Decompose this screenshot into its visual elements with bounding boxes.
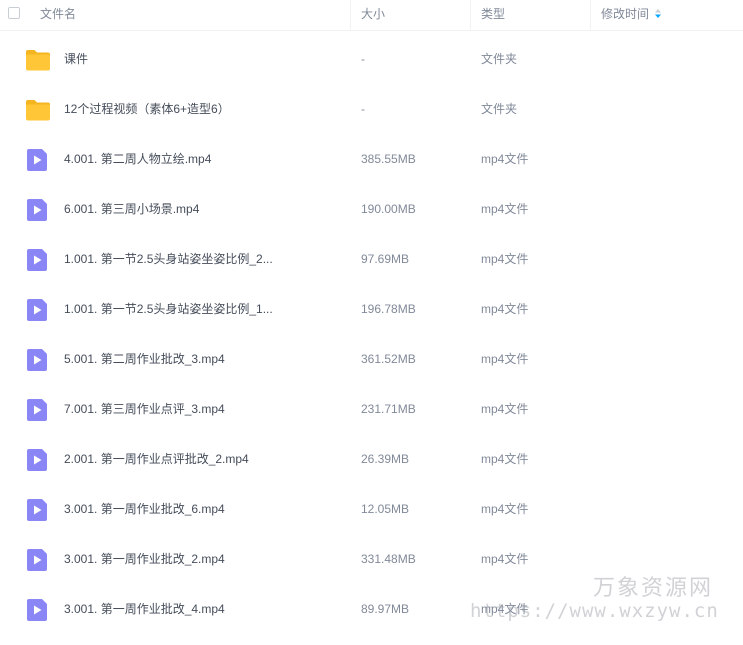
file-list-header: 文件名 大小 类型 修改时间 [0, 0, 743, 31]
file-size: 12.05MB [361, 502, 410, 516]
column-header-name[interactable]: 文件名 [40, 0, 76, 30]
file-size: 89.97MB [361, 602, 410, 616]
file-row[interactable]: 4.001. 第二周人物立绘.mp4 385.55MB mp4文件 [0, 135, 743, 185]
column-divider[interactable] [470, 0, 471, 30]
video-file-icon [26, 299, 50, 321]
file-type: mp4文件 [481, 402, 529, 416]
file-name[interactable]: 12个过程视频（素体6+造型6） [64, 85, 230, 134]
file-type: mp4文件 [481, 552, 529, 566]
video-file-icon [26, 449, 50, 471]
file-name[interactable]: 1.001. 第一节2.5头身站姿坐姿比例_1... [64, 285, 273, 334]
sort-arrow-icon[interactable] [655, 9, 662, 19]
video-file-icon [26, 499, 50, 521]
file-row[interactable]: 5.001. 第二周作业批改_3.mp4 361.52MB mp4文件 [0, 335, 743, 385]
file-type: mp4文件 [481, 202, 529, 216]
video-file-icon [26, 249, 50, 271]
folder-row[interactable]: 课件 - 文件夹 [0, 35, 743, 85]
file-name[interactable]: 课件 [64, 35, 88, 84]
file-type: mp4文件 [481, 602, 529, 616]
folder-row[interactable]: 12个过程视频（素体6+造型6） - 文件夹 [0, 85, 743, 135]
file-type: mp4文件 [481, 152, 529, 166]
file-size: - [361, 102, 365, 116]
file-type: 文件夹 [481, 52, 518, 66]
column-header-size[interactable]: 大小 [361, 0, 385, 30]
file-row[interactable]: 3.001. 第一周作业批改_4.mp4 89.97MB mp4文件 [0, 585, 743, 635]
select-all-checkbox[interactable] [8, 7, 20, 19]
file-size: - [361, 52, 365, 66]
file-row[interactable]: 3.001. 第一周作业批改_2.mp4 331.48MB mp4文件 [0, 535, 743, 585]
file-list: 课件 - 文件夹 12个过程视频（素体6+造型6） - 文件夹 4.001. 第二周人物立绘… [0, 35, 743, 635]
file-name[interactable]: 7.001. 第三周作业点评_3.mp4 [64, 385, 225, 434]
file-row[interactable]: 3.001. 第一周作业批改_6.mp4 12.05MB mp4文件 [0, 485, 743, 535]
file-name[interactable]: 2.001. 第一周作业点评批改_2.mp4 [64, 435, 249, 484]
file-row[interactable]: 2.001. 第一周作业点评批改_2.mp4 26.39MB mp4文件 [0, 435, 743, 485]
file-row[interactable]: 6.001. 第三周小场景.mp4 190.00MB mp4文件 [0, 185, 743, 235]
column-header-modified[interactable]: 修改时间 [601, 0, 662, 30]
file-name[interactable]: 4.001. 第二周人物立绘.mp4 [64, 135, 211, 184]
video-file-icon [26, 349, 50, 371]
file-size: 97.69MB [361, 252, 410, 266]
file-type: mp4文件 [481, 352, 529, 366]
column-header-type[interactable]: 类型 [481, 0, 505, 30]
file-size: 26.39MB [361, 452, 410, 466]
file-size: 196.78MB [361, 302, 416, 316]
file-size: 361.52MB [361, 352, 416, 366]
file-type: mp4文件 [481, 452, 529, 466]
file-row[interactable]: 1.001. 第一节2.5头身站姿坐姿比例_1... 196.78MB mp4文件 [0, 285, 743, 335]
folder-icon [26, 99, 50, 121]
file-type: 文件夹 [481, 102, 518, 116]
video-file-icon [26, 149, 50, 171]
file-size: 231.71MB [361, 402, 416, 416]
video-file-icon [26, 399, 50, 421]
file-size: 385.55MB [361, 152, 416, 166]
video-file-icon [26, 199, 50, 221]
video-file-icon [26, 549, 50, 571]
file-row[interactable]: 1.001. 第一节2.5头身站姿坐姿比例_2... 97.69MB mp4文件 [0, 235, 743, 285]
file-name[interactable]: 1.001. 第一节2.5头身站姿坐姿比例_2... [64, 235, 273, 284]
file-row[interactable]: 7.001. 第三周作业点评_3.mp4 231.71MB mp4文件 [0, 385, 743, 435]
file-type: mp4文件 [481, 302, 529, 316]
video-file-icon [26, 599, 50, 621]
column-header-modified-label: 修改时间 [601, 7, 650, 21]
column-divider[interactable] [590, 0, 591, 30]
file-size: 190.00MB [361, 202, 416, 216]
file-name[interactable]: 5.001. 第二周作业批改_3.mp4 [64, 335, 225, 384]
file-name[interactable]: 6.001. 第三周小场景.mp4 [64, 185, 199, 234]
folder-icon [26, 49, 50, 71]
file-size: 331.48MB [361, 552, 416, 566]
file-name[interactable]: 3.001. 第一周作业批改_4.mp4 [64, 585, 225, 634]
column-divider[interactable] [350, 0, 351, 30]
file-type: mp4文件 [481, 252, 529, 266]
file-name[interactable]: 3.001. 第一周作业批改_2.mp4 [64, 535, 225, 584]
file-type: mp4文件 [481, 502, 529, 516]
file-name[interactable]: 3.001. 第一周作业批改_6.mp4 [64, 485, 225, 534]
